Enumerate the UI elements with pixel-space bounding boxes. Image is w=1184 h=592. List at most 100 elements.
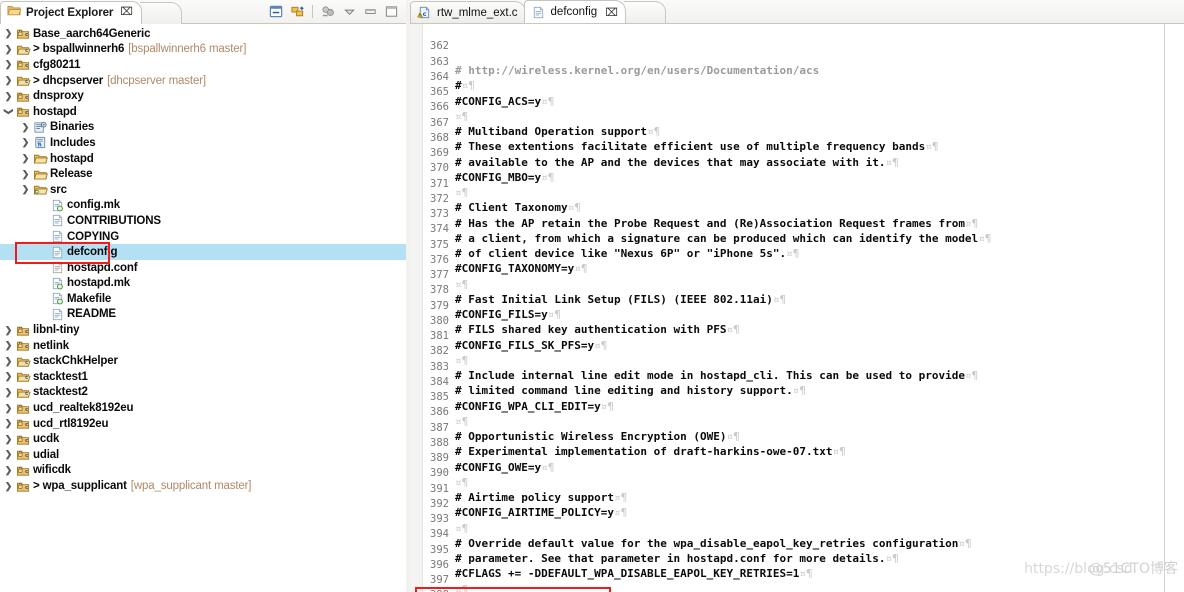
chevron-right-icon[interactable]: ❯ [2, 28, 15, 39]
tree-item-hostapd-conf[interactable]: hostapd.conf [0, 260, 406, 276]
file-icon [49, 213, 66, 228]
tree-item-udial[interactable]: ❯ c udial [0, 447, 406, 463]
source-line: # Client Taxonomy¤¶ [455, 201, 581, 215]
chevron-right-icon[interactable]: ❯ [2, 403, 15, 414]
tree-item-hostapd-mk[interactable]: hostapd.mk [0, 276, 406, 292]
tree-item-netlink[interactable]: ❯ c netlink [0, 338, 406, 354]
source-text[interactable]: # http://wireless.kernel.org/en/users/Do… [452, 24, 1184, 592]
tree-item-label: > wpa_supplicant [wpa_supplicant master] [33, 480, 252, 493]
chevron-right-icon[interactable]: ❯ [19, 184, 32, 195]
chevron-right-icon[interactable]: ❯ [2, 465, 15, 476]
tree-item-label: defconfig [67, 246, 118, 259]
makefile-icon [49, 198, 66, 213]
tree-item-label: config.mk [67, 199, 120, 212]
tree-item-ucd-realtek8192eu[interactable]: ❯ c ucd_realtek8192eu [0, 400, 406, 416]
chevron-right-icon[interactable]: ❯ [2, 75, 15, 86]
tree-item-src[interactable]: ❯ src [0, 182, 406, 198]
chevron-right-icon[interactable]: ❯ [2, 418, 15, 429]
line-number: 375 [430, 238, 449, 251]
source-line: # of client device like "Nexus 6P" or "i… [455, 247, 800, 260]
editor-tab-label: defconfig [550, 6, 598, 18]
tree-item-includes[interactable]: ❯ h Includes [0, 135, 406, 151]
project-tree[interactable]: ❯ c Base_aarch64Generic ❯ c > bspallwinnerh6[… [0, 24, 406, 592]
svg-text:c: c [25, 79, 28, 85]
chevron-right-icon[interactable]: ❯ [2, 387, 15, 398]
maximize-icon[interactable] [382, 3, 400, 21]
chevron-right-icon[interactable]: ❯ [2, 340, 15, 351]
tree-item-readme[interactable]: README [0, 307, 406, 323]
minimize-icon[interactable] [361, 3, 379, 21]
tree-item-wpa-supplicant[interactable]: ❯ c > wpa_supplicant [wpa_supplicant master… [0, 478, 406, 494]
tree-item-dnsproxy[interactable]: ❯ c dnsproxy [0, 88, 406, 104]
tree-item-release[interactable]: ❯ Release [0, 166, 406, 182]
tree-item-config-mk[interactable]: config.mk [0, 198, 406, 214]
chevron-right-icon[interactable]: ❯ [19, 137, 32, 148]
chevron-right-icon[interactable]: ❯ [2, 371, 15, 382]
line-number: 397 [430, 574, 449, 586]
source-line: ¤¶ [455, 475, 469, 489]
c-project-closed-icon: c [15, 323, 32, 338]
tree-item-stacktest2[interactable]: ❯ c stacktest2 [0, 385, 406, 401]
chevron-right-icon[interactable]: ❯ [2, 481, 15, 492]
source-line: # These extentions facilitate efficient … [455, 140, 939, 154]
c-project-open-icon: c [15, 73, 32, 88]
collapse-all-icon[interactable] [267, 3, 285, 21]
tree-item-cfg80211[interactable]: ❯ c cfg80211 [0, 57, 406, 73]
chevron-right-icon[interactable]: ❯ [19, 153, 32, 164]
chevron-right-icon[interactable]: ❯ [2, 325, 15, 336]
tree-item-bspallwinnerh6[interactable]: ❯ c > bspallwinnerh6 [bspallwinnerh6 master… [0, 42, 406, 58]
tree-item-dhcpserver[interactable]: ❯ c > dhcpserver [dhcpserver master] [0, 73, 406, 89]
tree-item-ucdk[interactable]: ❯ c ucdk [0, 431, 406, 447]
line-number: 374 [430, 223, 449, 236]
chevron-right-icon[interactable]: ❯ [2, 434, 15, 445]
tree-item-label: COPYING [67, 230, 119, 243]
tree-item-base-aarch64generic[interactable]: ❯ c Base_aarch64Generic [0, 26, 406, 42]
file-icon [531, 5, 546, 20]
chevron-right-icon[interactable]: ❯ [19, 122, 32, 133]
svg-text:c: c [25, 48, 28, 54]
close-icon[interactable]: ⌧ [605, 6, 618, 19]
project-explorer-view: Project Explorer ⌧ ❯ c Base_aarch64Gener… [0, 0, 406, 592]
tree-item-wificdk[interactable]: ❯ c wificdk [0, 463, 406, 479]
chevron-right-icon[interactable]: ❯ [2, 449, 15, 460]
tree-item-stacktest1[interactable]: ❯ c stacktest1 [0, 369, 406, 385]
tab-project-explorer[interactable]: Project Explorer ⌧ [0, 0, 142, 24]
source-line: # Override default value for the wpa_dis… [455, 536, 972, 550]
editor-tab-defconfig[interactable]: defconfig ⌧ [523, 0, 626, 23]
editor-body[interactable]: 362 363 364 365 366 367 368 369 370 371 372 373 374 3… [410, 24, 1184, 592]
tree-item-hostapd[interactable]: ❯ c hostapd [0, 104, 406, 120]
tree-item-copying[interactable]: COPYING [0, 229, 406, 245]
tree-item-hostapd[interactable]: ❯ hostapd [0, 151, 406, 167]
tree-item-makefile[interactable]: Makefile [0, 291, 406, 307]
chevron-right-icon[interactable]: ❯ [2, 59, 15, 70]
tree-item-stackchkhelper[interactable]: ❯ c stackChkHelper [0, 353, 406, 369]
chevron-down-icon[interactable] [340, 3, 358, 21]
svg-text:c: c [25, 95, 28, 101]
svg-text:c: c [25, 32, 28, 38]
view-menu-icon[interactable] [319, 3, 337, 21]
makefile-icon [49, 291, 66, 306]
line-number: 363 [430, 55, 449, 68]
line-number: 371 [430, 177, 449, 190]
tree-item-ucd-rtl8192eu[interactable]: ❯ c ucd_rtl8192eu [0, 416, 406, 432]
chevron-right-icon[interactable]: ❯ [2, 44, 15, 55]
tree-item-libnl-tiny[interactable]: ❯ c libnl-tiny [0, 322, 406, 338]
chevron-down-icon[interactable]: ❯ [3, 105, 14, 118]
marker-bar[interactable] [410, 24, 423, 592]
line-number: 383 [430, 360, 449, 373]
chevron-right-icon[interactable]: ❯ [2, 356, 15, 367]
tree-item-binaries[interactable]: ❯ Binaries [0, 120, 406, 136]
source-line: ¤¶ [455, 186, 469, 199]
close-icon[interactable]: ⌧ [120, 7, 133, 18]
editor-tab-rtw-mlme-ext-c[interactable]: c rtw_mlme_ext.c [410, 1, 526, 23]
chevron-right-icon[interactable]: ❯ [19, 169, 32, 180]
line-number: 381 [430, 330, 449, 342]
link-with-editor-icon[interactable] [288, 3, 306, 21]
tree-item-defconfig[interactable]: defconfig [0, 244, 406, 260]
c-project-closed-icon: c [15, 416, 32, 431]
folder-icon [32, 151, 49, 166]
line-number: 379 [430, 299, 449, 312]
chevron-right-icon[interactable]: ❯ [2, 91, 15, 102]
tree-item-contributions[interactable]: CONTRIBUTIONS [0, 213, 406, 229]
tree-item-label: stacktest1 [33, 370, 88, 383]
